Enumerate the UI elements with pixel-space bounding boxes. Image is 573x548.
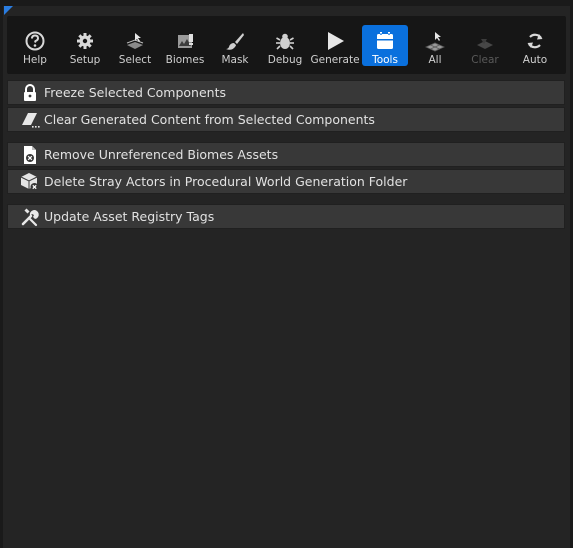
tools-label: Tools	[372, 54, 398, 66]
eraser-icon	[22, 112, 40, 128]
biomes-label: Biomes	[165, 54, 205, 66]
play-icon	[328, 32, 344, 50]
biomes-button[interactable]: Biomes	[162, 25, 208, 66]
clear-button[interactable]: Clear	[462, 25, 508, 66]
freeze-selected-components-button[interactable]: Freeze Selected Components	[7, 80, 565, 105]
setup-label: Setup	[69, 54, 101, 66]
actor-delete-icon	[20, 172, 39, 191]
select-icon	[126, 33, 144, 49]
mode-toolbar: Help Setup Select Biomes Mask Debug Gene…	[7, 16, 566, 74]
update-asset-registry-tags-button[interactable]: Update Asset Registry Tags	[7, 204, 565, 229]
generate-label: Generate	[310, 54, 360, 66]
file-remove-icon	[24, 145, 36, 164]
biomes-icon	[178, 34, 193, 48]
clear-label: Clear	[471, 54, 499, 66]
update-registry-label: Update Asset Registry Tags	[44, 209, 215, 224]
auto-button[interactable]: Auto	[512, 25, 558, 66]
help-button[interactable]: Help	[12, 25, 58, 66]
mask-button[interactable]: Mask	[212, 25, 258, 66]
debug-label: Debug	[267, 54, 303, 66]
remove-biomes-label: Remove Unreferenced Biomes Assets	[44, 147, 279, 162]
clear-icon	[477, 39, 493, 49]
bug-icon	[276, 33, 294, 50]
help-icon	[25, 31, 45, 51]
clear-generated-content-button[interactable]: Clear Generated Content from Selected Co…	[7, 107, 565, 132]
tools-button[interactable]: Tools	[362, 25, 408, 66]
clear-generated-label: Clear Generated Content from Selected Co…	[44, 112, 375, 127]
all-icon	[425, 32, 445, 52]
brush-icon	[226, 33, 244, 50]
delete-stray-label: Delete Stray Actors in Procedural World …	[44, 174, 408, 189]
lock-icon	[24, 83, 36, 101]
wrench-icon	[21, 207, 39, 226]
auto-label: Auto	[522, 54, 548, 66]
select-label: Select	[118, 54, 152, 66]
gear-icon	[77, 33, 93, 49]
delete-stray-actors-button[interactable]: Delete Stray Actors in Procedural World …	[7, 169, 565, 194]
all-label: All	[428, 54, 442, 66]
freeze-label: Freeze Selected Components	[44, 85, 226, 100]
tools-icon	[377, 32, 393, 49]
remove-unreferenced-biomes-button[interactable]: Remove Unreferenced Biomes Assets	[7, 142, 565, 167]
refresh-icon	[527, 33, 543, 49]
help-label: Help	[23, 54, 47, 66]
panel-corner-marker	[4, 6, 13, 15]
all-button[interactable]: All	[412, 25, 458, 66]
select-button[interactable]: Select	[112, 25, 158, 66]
mask-label: Mask	[221, 54, 249, 66]
generate-button[interactable]: Generate	[310, 25, 360, 66]
setup-button[interactable]: Setup	[62, 25, 108, 66]
debug-button[interactable]: Debug	[262, 25, 308, 66]
